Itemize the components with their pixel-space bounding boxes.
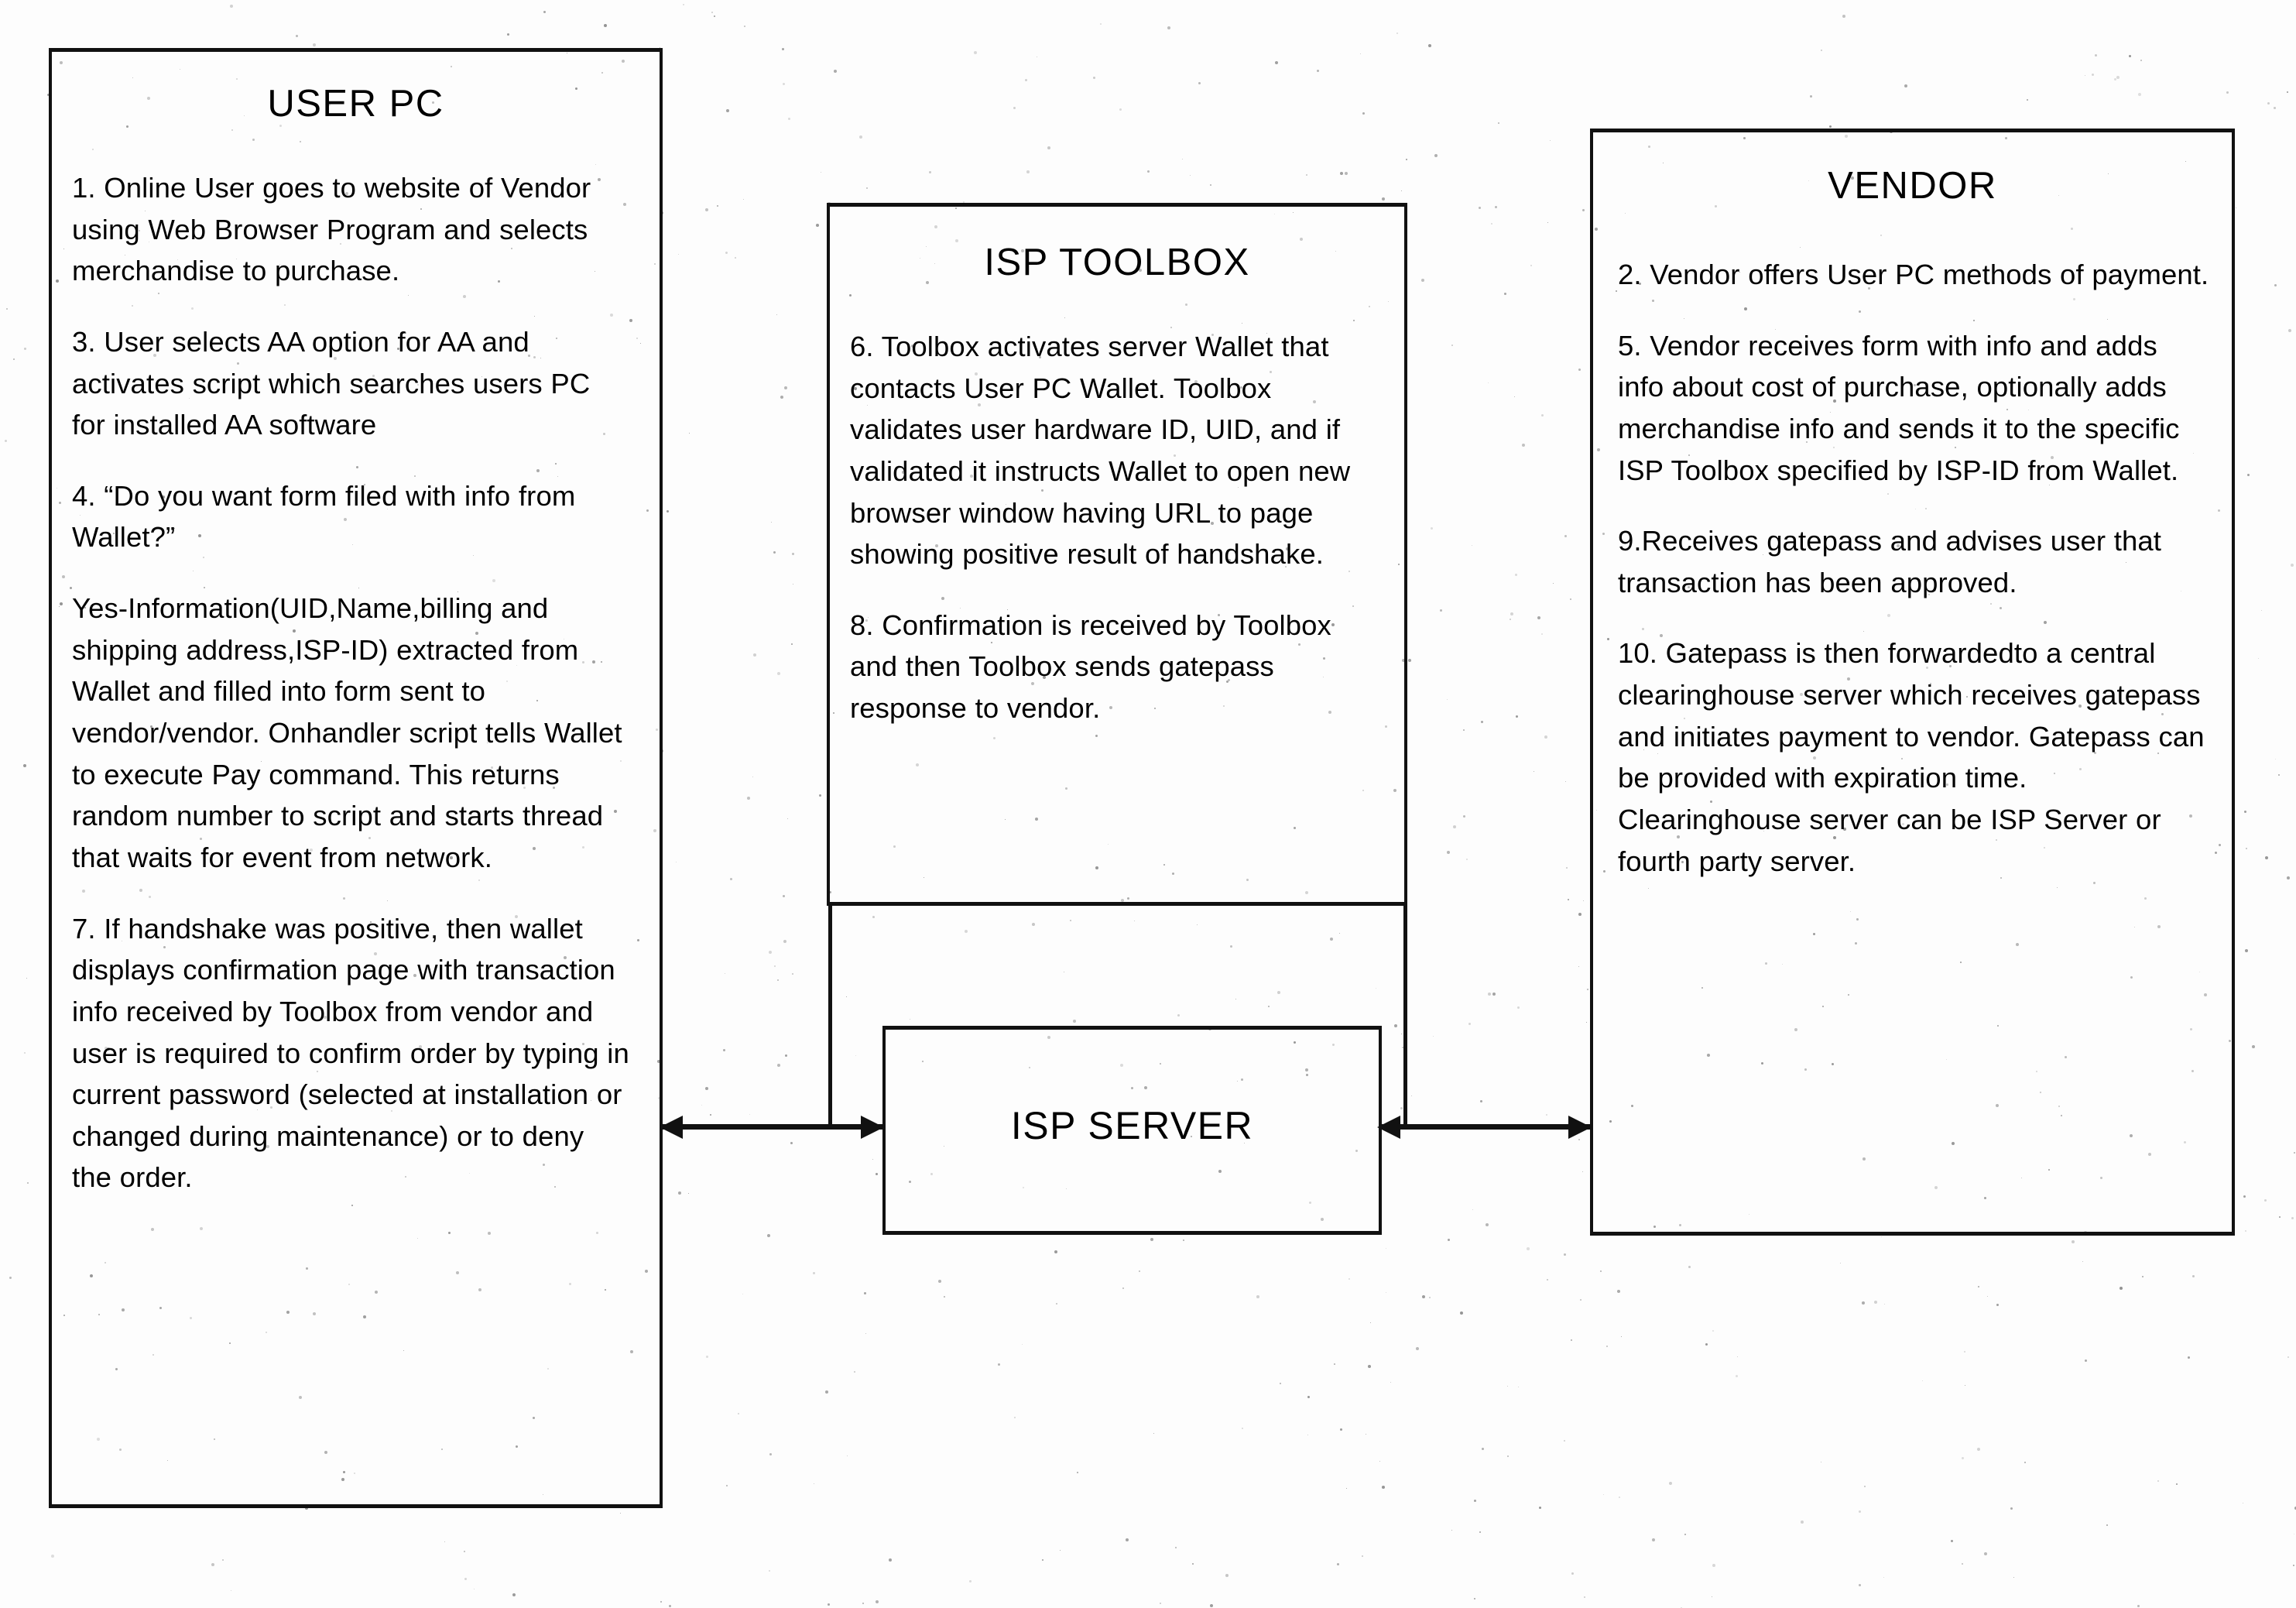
diagram-canvas: USER PC 1. Online User goes to website o… [0, 0, 2296, 1608]
arrowhead-to-user-pc [660, 1116, 683, 1139]
user-pc-step-1: 1. Online User goes to website of Vendor… [72, 172, 591, 287]
arrowhead-to-isp-server-left [861, 1116, 884, 1139]
node-user-pc: USER PC 1. Online User goes to website o… [49, 48, 663, 1508]
connector-toolbox-right-trunk [1403, 903, 1407, 1129]
vendor-step-10: 10. Gatepass is then forwardedto a centr… [1618, 637, 2205, 877]
user-pc-step-yes-information: Yes-Information(UID,Name,billing and shi… [72, 592, 622, 873]
node-isp-server: ISP SERVER [882, 1026, 1382, 1235]
node-isp-server-title: ISP SERVER [1010, 1104, 1254, 1147]
node-isp-toolbox-title: ISP TOOLBOX [984, 242, 1250, 283]
vendor-step-2: 2. Vendor offers User PC methods of paym… [1618, 259, 2209, 290]
node-user-pc-title: USER PC [267, 83, 444, 125]
node-isp-toolbox: ISP TOOLBOX 6. Toolbox activates server … [827, 203, 1407, 906]
isp-toolbox-step-8: 8. Confirmation is received by Toolbox a… [850, 609, 1331, 725]
connector-toolbox-to-vendor-line [1407, 1124, 1591, 1130]
user-pc-step-4: 4. “Do you want form filed with info fro… [72, 479, 576, 554]
isp-toolbox-step-6: 6. Toolbox activates server Wallet that … [850, 331, 1351, 571]
node-vendor-title: VENDOR [1828, 165, 1997, 207]
arrowhead-to-isp-server-right [1377, 1116, 1400, 1139]
node-vendor: VENDOR 2. Vendor offers User PC methods … [1590, 129, 2235, 1236]
arrowhead-to-vendor [1568, 1116, 1592, 1139]
connector-user-pc-to-toolbox-line [663, 1124, 831, 1130]
user-pc-step-3: 3. User selects AA option for AA and act… [72, 325, 591, 441]
node-user-pc-body: 1. Online User goes to website of Vendor… [72, 167, 630, 1198]
node-vendor-body: 2. Vendor offers User PC methods of paym… [1618, 254, 2210, 882]
connector-toolbox-left-trunk [828, 903, 832, 1129]
vendor-step-5: 5. Vendor receives form with info and ad… [1618, 329, 2180, 486]
vendor-step-9: 9.Receives gatepass and advises user tha… [1618, 525, 2162, 598]
node-isp-toolbox-body: 6. Toolbox activates server Wallet that … [850, 326, 1386, 729]
user-pc-step-7: 7. If handshake was positive, then walle… [72, 912, 629, 1194]
